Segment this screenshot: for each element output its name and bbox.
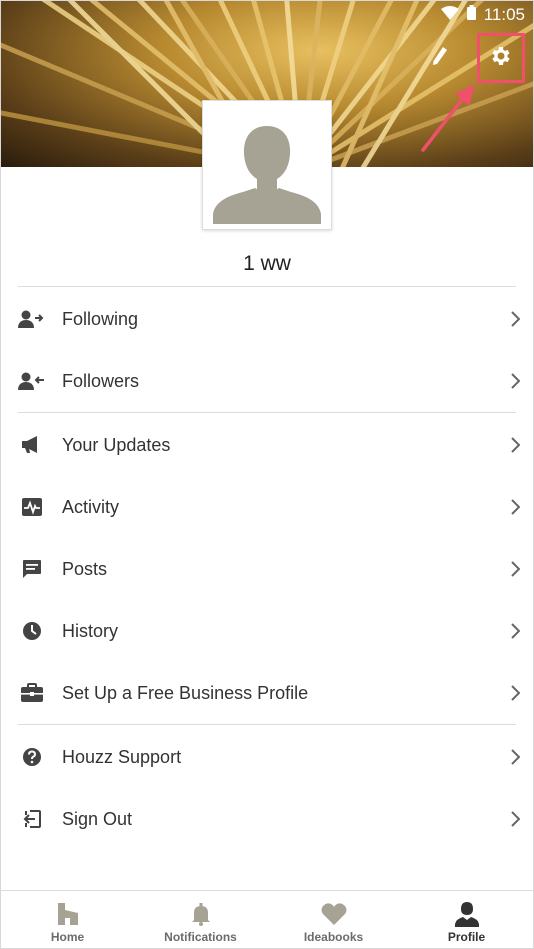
menu-label: Following bbox=[62, 308, 139, 329]
briefcase-icon bbox=[18, 679, 46, 707]
nav-profile[interactable]: Profile bbox=[400, 891, 533, 949]
menu-item-business-profile[interactable]: Set Up a Free Business Profile bbox=[0, 662, 534, 724]
menu-label: Posts bbox=[62, 558, 108, 579]
menu-item-followers[interactable]: Followers bbox=[0, 350, 534, 412]
menu-item-sign-out[interactable]: Sign Out bbox=[0, 788, 534, 850]
heart-icon bbox=[321, 901, 347, 927]
menu-label: History bbox=[62, 620, 119, 641]
pencil-icon bbox=[431, 46, 449, 71]
menu-label: Followers bbox=[62, 370, 140, 391]
menu-label: Sign Out bbox=[62, 808, 133, 829]
menu-item-history[interactable]: History bbox=[0, 600, 534, 662]
menu-label: Your Updates bbox=[62, 434, 171, 455]
settings-button[interactable] bbox=[477, 33, 525, 83]
divider bbox=[18, 412, 516, 413]
menu-label: Houzz Support bbox=[62, 746, 182, 767]
nav-label: Profile bbox=[447, 930, 486, 944]
divider bbox=[18, 286, 516, 287]
battery-icon bbox=[466, 5, 476, 25]
help-icon bbox=[18, 743, 46, 771]
divider bbox=[18, 724, 516, 725]
bottom-navigation: Home Notifications Ideabooks Profile bbox=[1, 890, 533, 948]
houzz-icon bbox=[55, 901, 81, 927]
sign-out-icon bbox=[18, 805, 46, 833]
chevron-right-icon bbox=[508, 809, 522, 829]
nav-label: Ideabooks bbox=[303, 930, 364, 944]
status-time: 11:05 bbox=[483, 5, 525, 24]
chevron-right-icon bbox=[508, 747, 522, 767]
nav-ideabooks[interactable]: Ideabooks bbox=[267, 891, 400, 949]
default-avatar-icon bbox=[213, 122, 321, 229]
chevron-right-icon bbox=[508, 621, 522, 641]
menu-item-houzz-support[interactable]: Houzz Support bbox=[0, 726, 534, 788]
chat-icon bbox=[18, 555, 46, 583]
nav-label: Home bbox=[50, 930, 85, 944]
chevron-right-icon bbox=[508, 309, 522, 329]
chevron-right-icon bbox=[508, 559, 522, 579]
clock-icon bbox=[18, 617, 46, 645]
gear-icon bbox=[489, 44, 513, 73]
menu-item-your-updates[interactable]: Your Updates bbox=[0, 414, 534, 476]
megaphone-icon bbox=[18, 431, 46, 459]
annotation-arrow bbox=[421, 84, 475, 152]
chevron-right-icon bbox=[508, 497, 522, 517]
nav-notifications[interactable]: Notifications bbox=[134, 891, 267, 949]
person-icon bbox=[454, 901, 480, 927]
profile-avatar[interactable] bbox=[202, 100, 332, 230]
status-bar: 11:05 bbox=[1, 1, 533, 29]
profile-username: 1 ww bbox=[243, 252, 291, 275]
nav-home[interactable]: Home bbox=[1, 891, 134, 949]
nav-label: Notifications bbox=[164, 930, 237, 944]
following-icon bbox=[18, 305, 46, 333]
bell-icon bbox=[188, 901, 214, 927]
edit-profile-button[interactable] bbox=[426, 44, 454, 72]
menu-label: Set Up a Free Business Profile bbox=[62, 682, 309, 703]
chevron-right-icon bbox=[508, 683, 522, 703]
chevron-right-icon bbox=[508, 371, 522, 391]
menu-item-following[interactable]: Following bbox=[0, 288, 534, 350]
activity-icon bbox=[18, 493, 46, 521]
followers-icon bbox=[18, 367, 46, 395]
wifi-icon bbox=[440, 5, 459, 25]
menu-item-posts[interactable]: Posts bbox=[0, 538, 534, 600]
menu-item-activity[interactable]: Activity bbox=[0, 476, 534, 538]
menu-label: Activity bbox=[62, 496, 120, 517]
chevron-right-icon bbox=[508, 435, 522, 455]
